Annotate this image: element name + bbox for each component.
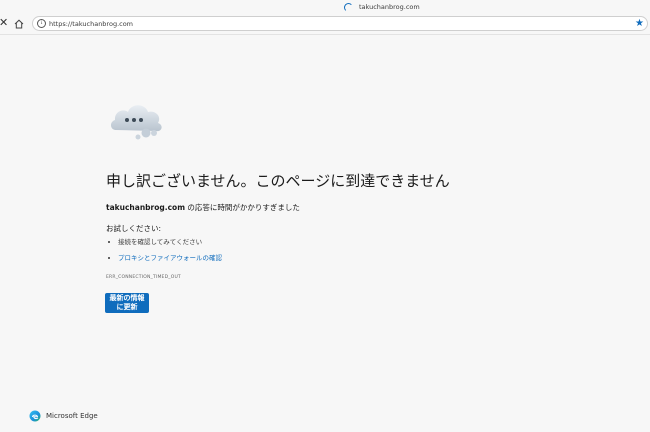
suggestion-item: 接続を確認してみてください	[108, 238, 222, 246]
browser-toolbar: ✕ i https://takuchanbrog.com ★	[0, 14, 650, 35]
loading-spinner-icon	[344, 2, 353, 12]
suggestion-proxy-firewall-link[interactable]: プロキシとファイアウォールの確認	[118, 254, 222, 262]
title-bar: takuchanbrog.com	[0, 0, 650, 14]
footer-brand: Microsoft Edge	[29, 410, 98, 422]
star-icon[interactable]: ★	[635, 17, 644, 30]
browser-tab[interactable]: takuchanbrog.com	[344, 2, 420, 12]
try-heading: お試しください:	[106, 224, 162, 233]
error-detail: takuchanbrog.com の応答に時間がかかりすぎました	[106, 202, 300, 213]
suggestion-check-connection: 接続を確認してみてください	[118, 238, 203, 246]
error-code: ERR_CONNECTION_TIMED_OUT	[106, 275, 181, 280]
suggestion-item[interactable]: プロキシとファイアウォールの確認	[108, 254, 222, 262]
edge-logo-icon	[29, 410, 41, 422]
bullet-icon	[108, 257, 110, 259]
error-domain: takuchanbrog.com	[106, 203, 186, 212]
suggestion-list: 接続を確認してみてください プロキシとファイアウォールの確認	[108, 238, 222, 270]
info-icon[interactable]: i	[37, 19, 46, 28]
tab-title: takuchanbrog.com	[359, 3, 420, 11]
cloud-icon	[110, 105, 162, 140]
home-icon[interactable]	[13, 18, 25, 30]
edge-brand-label: Microsoft Edge	[46, 412, 98, 420]
refresh-button[interactable]: 最新の情報に更新	[105, 293, 149, 313]
bullet-icon	[108, 241, 110, 243]
error-message: の応答に時間がかかりすぎました	[185, 203, 300, 212]
close-icon[interactable]: ✕	[0, 17, 8, 29]
url-text[interactable]: https://takuchanbrog.com	[49, 19, 133, 29]
address-bar[interactable]: i https://takuchanbrog.com ★	[32, 16, 648, 31]
error-title: 申し訳ございません。このページに到達できません	[106, 172, 450, 190]
